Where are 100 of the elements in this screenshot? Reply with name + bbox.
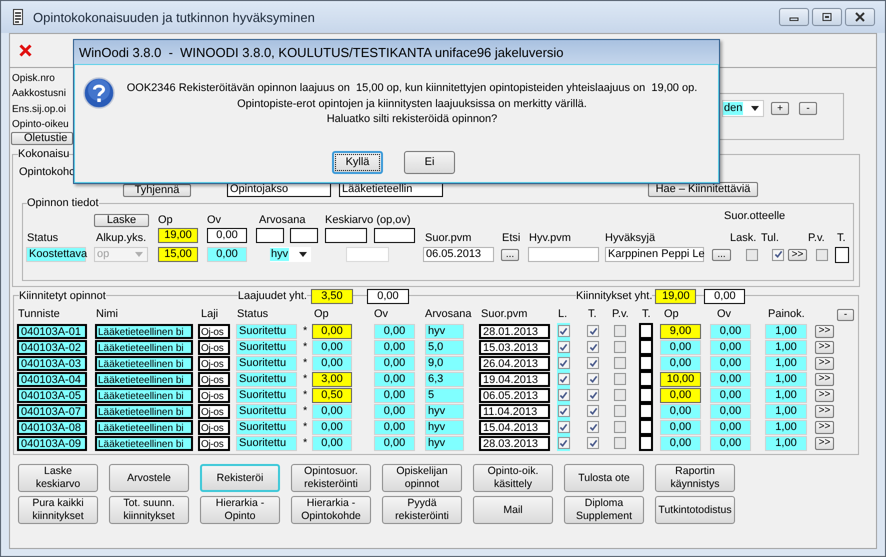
action-button[interactable]: Pyydä rekisteröinti [382, 496, 462, 524]
checkbox[interactable] [587, 405, 599, 417]
input-field[interactable] [290, 228, 318, 243]
button[interactable]: >> [815, 388, 834, 402]
button[interactable]: >> [815, 420, 834, 434]
dialog-button[interactable]: Kyllä [332, 150, 383, 174]
close-button[interactable] [845, 8, 875, 26]
table-cell[interactable]: Oj-os [198, 372, 230, 386]
checkbox[interactable] [614, 341, 626, 353]
table-cell[interactable]: 0,00 [660, 388, 701, 402]
dropdown[interactable]: hyv [270, 247, 311, 262]
table-cell[interactable]: 15.04.2013 [479, 420, 550, 434]
table-cell[interactable]: Lääketieteellinen bi [95, 372, 193, 386]
button[interactable]: - [837, 308, 854, 320]
table-cell[interactable]: Suoritettu [236, 388, 297, 402]
table-cell[interactable]: Oj-os [198, 356, 230, 370]
action-button[interactable]: Arvostele [109, 464, 189, 492]
table-cell[interactable]: 0,00 [374, 372, 415, 386]
action-button[interactable]: Tulosta ote [564, 464, 644, 492]
table-cell[interactable]: 9,0 [425, 356, 464, 370]
table-cell[interactable]: 11.04.2013 [479, 404, 550, 418]
button[interactable]: >> [815, 436, 834, 450]
action-button[interactable]: Raportin käynnistys [655, 464, 735, 492]
checkbox[interactable] [587, 437, 599, 449]
input-field[interactable] [374, 228, 415, 243]
table-cell[interactable]: 15.03.2013 [479, 340, 550, 354]
table-cell[interactable]: 06.05.2013 [479, 388, 550, 402]
checkbox[interactable] [558, 437, 570, 449]
input-field[interactable] [639, 323, 653, 339]
table-cell[interactable]: hyv [425, 436, 464, 450]
table-cell[interactable]: 0,00 [374, 436, 415, 450]
table-cell[interactable]: 5,0 [425, 340, 464, 354]
input-field[interactable] [639, 355, 653, 371]
table-cell[interactable]: 3,00 [312, 372, 352, 386]
number-field[interactable]: 19,00 [158, 228, 198, 243]
button[interactable]: Laske [94, 214, 149, 227]
table-cell[interactable]: 040103A-04 [17, 372, 87, 386]
table-cell[interactable]: Suoritettu [236, 324, 297, 338]
action-button[interactable]: Tutkintotodistus [655, 496, 735, 524]
table-cell[interactable]: hyv [425, 324, 464, 338]
button[interactable]: >> [815, 340, 834, 354]
action-button[interactable]: Opintosuor. rekisteröinti [291, 464, 371, 492]
table-cell[interactable]: Suoritettu [236, 404, 297, 418]
table-cell[interactable]: 040103A-09 [17, 436, 87, 450]
table-cell[interactable]: 1,00 [765, 340, 807, 354]
action-button[interactable]: Diploma Supplement [564, 496, 644, 524]
checkbox[interactable] [587, 421, 599, 433]
checkbox[interactable] [558, 325, 570, 337]
table-cell[interactable]: 10,00 [660, 372, 701, 386]
number-field[interactable]: 0,00 [207, 228, 247, 243]
table-cell[interactable]: Oj-os [198, 420, 230, 434]
number-field[interactable]: 0,00 [366, 288, 409, 304]
table-cell[interactable]: hyv [425, 404, 464, 418]
input-field[interactable] [325, 228, 367, 243]
table-cell[interactable]: 0,00 [710, 436, 751, 450]
checkbox[interactable] [587, 341, 599, 353]
table-cell[interactable]: 040103A-08 [17, 420, 87, 434]
table-cell[interactable]: 0,00 [374, 420, 415, 434]
input-field[interactable] [639, 435, 653, 451]
action-button[interactable]: Laske keskiarvo [18, 464, 98, 492]
table-cell[interactable]: Lääketieteellinen bi [95, 324, 193, 338]
button[interactable]: >> [815, 404, 834, 418]
table-cell[interactable]: 0,00 [374, 404, 415, 418]
text-field[interactable]: Koostettava [26, 247, 86, 262]
table-cell[interactable]: 0,00 [660, 356, 701, 370]
number-field[interactable]: 15,00 [158, 247, 198, 262]
table-cell[interactable]: 0,00 [374, 340, 415, 354]
checkbox[interactable] [614, 437, 626, 449]
number-field[interactable]: 19,00 [655, 288, 696, 304]
button[interactable]: + [771, 102, 789, 115]
table-cell[interactable]: Suoritettu [236, 356, 297, 370]
table-cell[interactable]: 040103A-03 [17, 356, 87, 370]
table-cell[interactable]: 0,00 [312, 356, 352, 370]
number-field[interactable]: 3,50 [310, 288, 353, 304]
action-button[interactable]: Mail [473, 496, 553, 524]
table-cell[interactable]: Lääketieteellinen bi [95, 436, 193, 450]
table-cell[interactable]: Suoritettu [236, 436, 297, 450]
checkbox[interactable] [614, 373, 626, 385]
table-cell[interactable]: 0,00 [710, 340, 751, 354]
table-cell[interactable]: Suoritettu [236, 340, 297, 354]
action-button[interactable]: Pura kaikki kiinnitykset [18, 496, 98, 524]
table-cell[interactable]: 0,00 [710, 404, 751, 418]
button[interactable]: Tyhjennä [123, 184, 191, 197]
table-cell[interactable]: 0,00 [660, 340, 701, 354]
table-cell[interactable]: 0,00 [710, 356, 751, 370]
table-cell[interactable]: 0,00 [312, 324, 352, 338]
date-field[interactable]: 06.05.2013 [423, 247, 494, 262]
button[interactable]: ... [501, 248, 519, 260]
restore-button[interactable] [812, 8, 842, 26]
table-cell[interactable]: 0,00 [710, 372, 751, 386]
dialog-button[interactable]: Ei [404, 150, 455, 174]
checkbox[interactable] [614, 357, 626, 369]
input-field[interactable] [256, 228, 284, 243]
checkbox[interactable] [587, 373, 599, 385]
checkbox[interactable] [772, 248, 784, 260]
input-field[interactable] [639, 371, 653, 387]
table-cell[interactable]: Lääketieteellinen bi [95, 404, 193, 418]
table-cell[interactable]: 1,00 [765, 436, 807, 450]
table-cell[interactable]: 0,00 [710, 324, 751, 338]
minimize-button[interactable] [779, 8, 809, 26]
